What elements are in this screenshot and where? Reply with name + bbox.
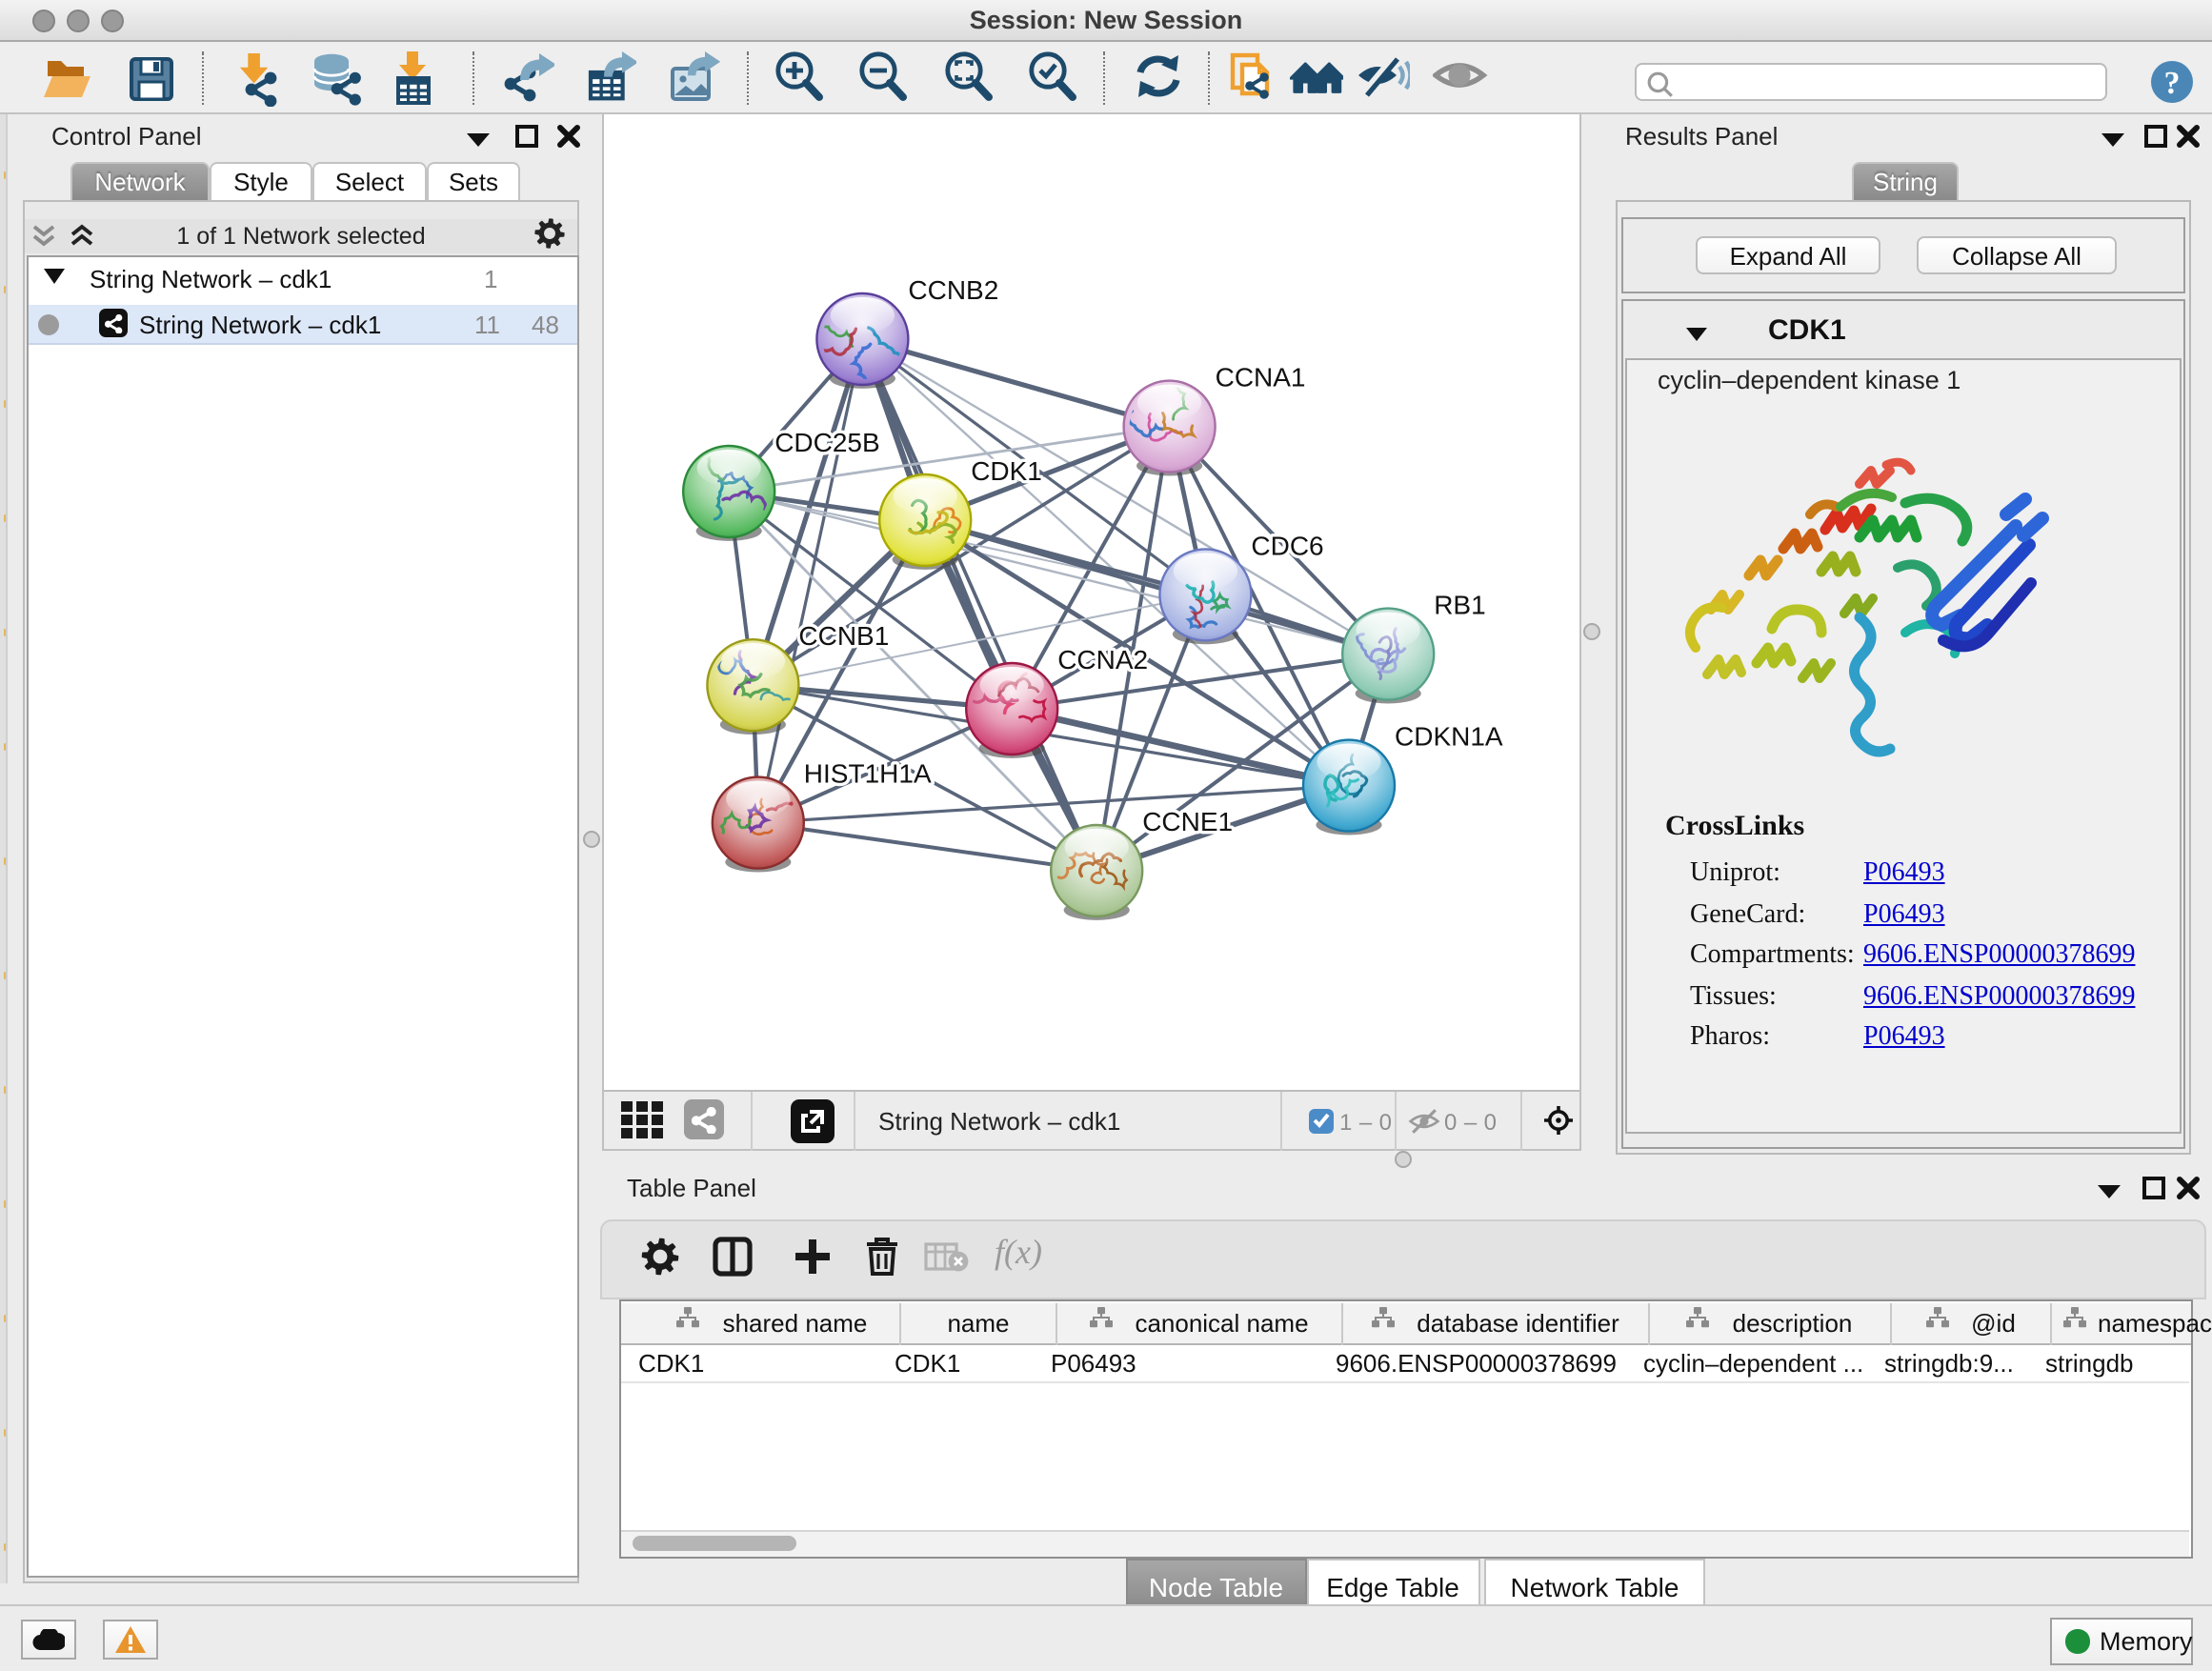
svg-text:CCNA1: CCNA1 (1216, 363, 1306, 393)
svg-text:CDK1: CDK1 (971, 456, 1042, 486)
svg-text:HIST1H1A: HIST1H1A (804, 759, 932, 789)
svg-text:CDC6: CDC6 (1251, 531, 1323, 560)
svg-text:CCNB2: CCNB2 (908, 275, 998, 305)
svg-text:CCNB1: CCNB1 (798, 621, 889, 651)
svg-text:CCNE1: CCNE1 (1142, 807, 1233, 836)
svg-text:RB1: RB1 (1434, 591, 1485, 620)
svg-text:CDC25B: CDC25B (774, 428, 879, 457)
svg-text:?: ? (2164, 66, 2181, 101)
svg-text:CDKN1A: CDKN1A (1395, 722, 1503, 752)
svg-text:CCNA2: CCNA2 (1057, 645, 1148, 674)
